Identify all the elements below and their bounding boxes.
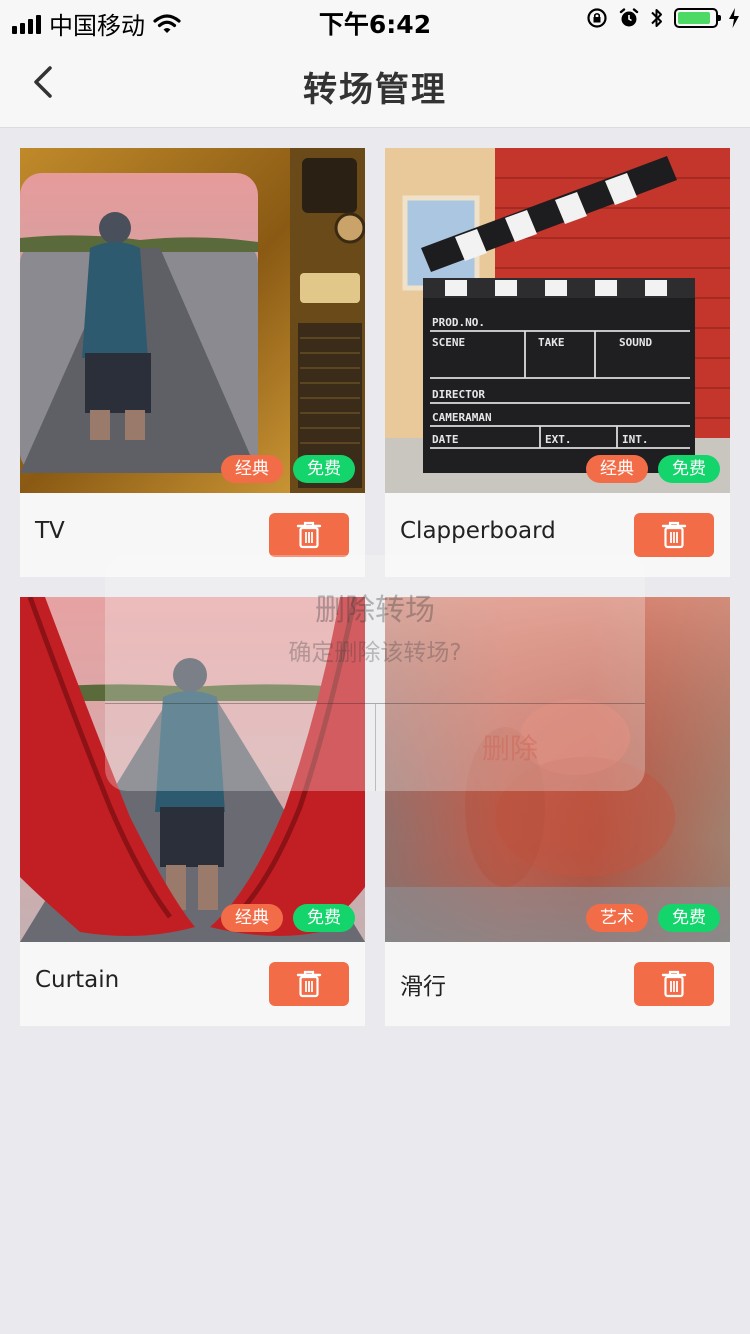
transition-name: Clapperboard <box>400 518 556 544</box>
clapper-director: DIRECTOR <box>432 388 485 401</box>
clapper-prod-no: PROD.NO. <box>432 316 485 329</box>
dialog-confirm-button[interactable]: 删除 <box>375 727 645 767</box>
trash-icon <box>661 521 687 549</box>
delete-button[interactable] <box>634 962 714 1006</box>
status-right <box>586 6 740 30</box>
transition-name: Curtain <box>35 967 120 993</box>
transition-card-clapperboard[interactable]: PROD.NO. SCENE TAKE SOUND DIRECTOR CAMER… <box>385 148 730 577</box>
tag-classic: 经典 <box>221 904 283 932</box>
slide-tags: 艺术 免费 <box>586 904 720 932</box>
tag-free: 免费 <box>293 455 355 483</box>
dialog-title: 删除转场 <box>315 593 435 628</box>
delete-button[interactable] <box>269 513 349 557</box>
clapperboard-thumbnail[interactable]: PROD.NO. SCENE TAKE SOUND DIRECTOR CAMER… <box>385 148 730 493</box>
tag-free: 免费 <box>293 904 355 932</box>
status-bar: 中国移动 下午6:42 <box>0 0 750 40</box>
trash-icon <box>296 521 322 549</box>
tag-classic: 经典 <box>221 455 283 483</box>
tv-thumbnail[interactable]: 经典 免费 <box>20 148 365 493</box>
charging-icon <box>729 8 739 28</box>
transition-name: 滑行 <box>400 974 446 1000</box>
clapper-sound: SOUND <box>619 336 652 349</box>
bluetooth-icon <box>651 9 662 27</box>
clapper-date: DATE <box>432 433 459 446</box>
navigation-bar: 转场管理 <box>0 40 750 128</box>
clapper-scene: SCENE <box>432 336 465 349</box>
delete-button[interactable] <box>269 962 349 1006</box>
transition-card-tv[interactable]: 经典 免费 TV <box>20 148 365 577</box>
delete-button[interactable] <box>634 513 714 557</box>
delete-confirm-dialog: 删除转场 确定删除该转场? 删除 <box>105 555 645 791</box>
curtain-tags: 经典 免费 <box>221 904 355 932</box>
tag-free: 免费 <box>658 455 720 483</box>
transition-name: TV <box>35 518 65 544</box>
tag-free: 免费 <box>658 904 720 932</box>
trash-icon <box>661 970 687 998</box>
tag-art: 艺术 <box>586 904 648 932</box>
tv-tags: 经典 免费 <box>221 455 355 483</box>
battery-icon <box>674 8 721 28</box>
tag-classic: 经典 <box>586 455 648 483</box>
clapper-cameraman: CAMERAMAN <box>432 411 492 424</box>
clapperboard-tags: 经典 免费 <box>586 455 720 483</box>
clapper-int: INT. <box>622 433 649 446</box>
trash-icon <box>296 970 322 998</box>
clapper-ext: EXT. <box>545 433 572 446</box>
page-title: 转场管理 <box>303 70 447 110</box>
clapper-take: TAKE <box>538 336 565 349</box>
rotation-lock-icon <box>587 8 607 28</box>
alarm-icon <box>619 8 639 27</box>
dialog-message: 确定删除该转场? <box>288 640 462 666</box>
